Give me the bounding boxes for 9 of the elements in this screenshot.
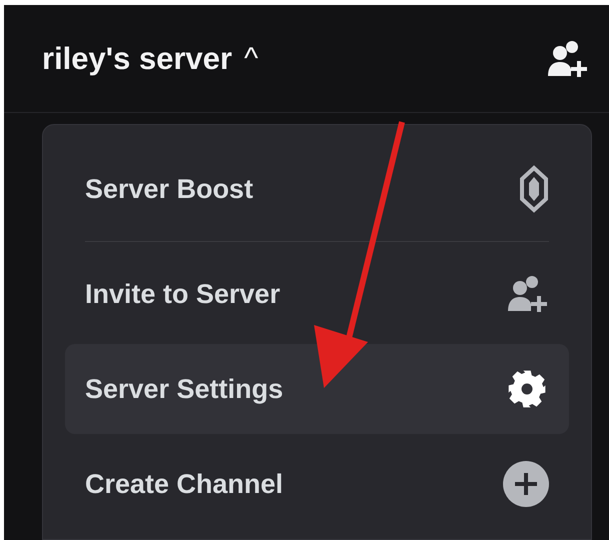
add-member-icon[interactable] (547, 38, 589, 78)
server-name-button[interactable]: riley's server ^ (42, 40, 258, 76)
add-circle-icon (503, 461, 549, 507)
menu-item[interactable]: Invite to Server (65, 250, 569, 338)
add-member-icon (507, 274, 549, 314)
menu-item[interactable]: Server Boost (65, 145, 569, 233)
menu-item[interactable]: Server Settings (65, 344, 569, 434)
gem-icon (519, 165, 549, 213)
menu-item[interactable]: Create Channel (65, 440, 569, 528)
